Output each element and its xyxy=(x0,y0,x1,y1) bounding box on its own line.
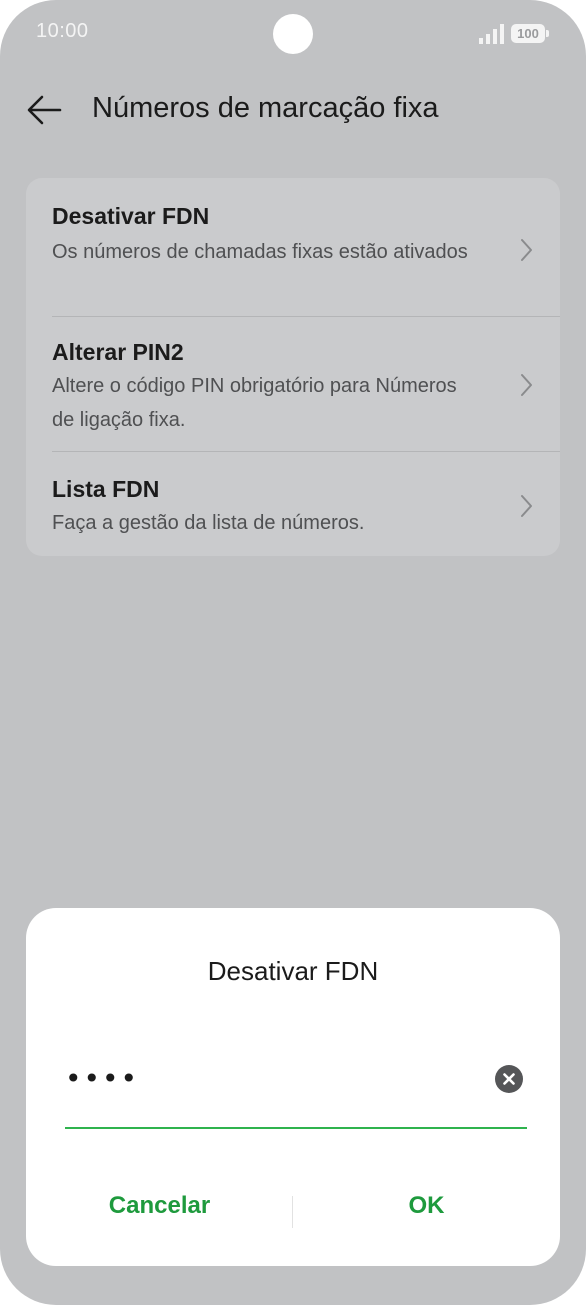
status-bar: 10:00 100 xyxy=(0,0,586,70)
settings-card: Desativar FDN Os números de chamadas fix… xyxy=(26,178,560,556)
chevron-right-icon xyxy=(521,239,532,261)
dialog-title: Desativar FDN xyxy=(207,956,379,986)
settings-item-subtitle: Os números de chamadas fixas estão ativa… xyxy=(52,241,468,263)
pin-dialog: Desativar FDN Cancelar OK xyxy=(26,908,560,1266)
status-time: 10:00 xyxy=(36,20,89,42)
back-arrow-icon xyxy=(27,95,62,125)
cancel-button[interactable]: Cancelar xyxy=(26,1192,293,1220)
battery-tip xyxy=(546,30,549,37)
settings-item-title: Alterar PIN2 xyxy=(52,339,184,365)
settings-item-desativar-fdn[interactable]: Desativar FDN Os números de chamadas fix… xyxy=(26,178,560,316)
signal-bars-icon xyxy=(479,24,504,44)
settings-item-alterar-pin2[interactable]: Alterar PIN2 Altere o código PIN obrigat… xyxy=(26,317,560,451)
input-underline xyxy=(65,1127,527,1129)
settings-item-lista-fdn[interactable]: Lista FDN Faça a gestão da lista de núme… xyxy=(26,452,560,556)
settings-item-subtitle: Altere o código PIN obrigatório para Núm… xyxy=(52,375,457,431)
battery-icon: 100 xyxy=(511,24,545,43)
back-button[interactable] xyxy=(24,88,68,132)
settings-item-title: Lista FDN xyxy=(52,476,160,502)
battery-level: 100 xyxy=(517,26,539,41)
settings-item-title: Desativar FDN xyxy=(52,203,210,229)
pin2-input[interactable] xyxy=(65,1058,485,1098)
clear-x-circle-icon[interactable] xyxy=(495,1065,523,1093)
page-title: Números de marcação fixa xyxy=(92,92,439,124)
front-camera-icon xyxy=(273,14,313,54)
chevron-right-icon xyxy=(521,495,532,517)
ok-button[interactable]: OK xyxy=(293,1192,560,1220)
settings-item-subtitle: Faça a gestão da lista de números. xyxy=(52,512,365,534)
phone-screen: 10:00 100 Números de marcação fixa Desat… xyxy=(0,0,586,1305)
chevron-right-icon xyxy=(521,374,532,396)
